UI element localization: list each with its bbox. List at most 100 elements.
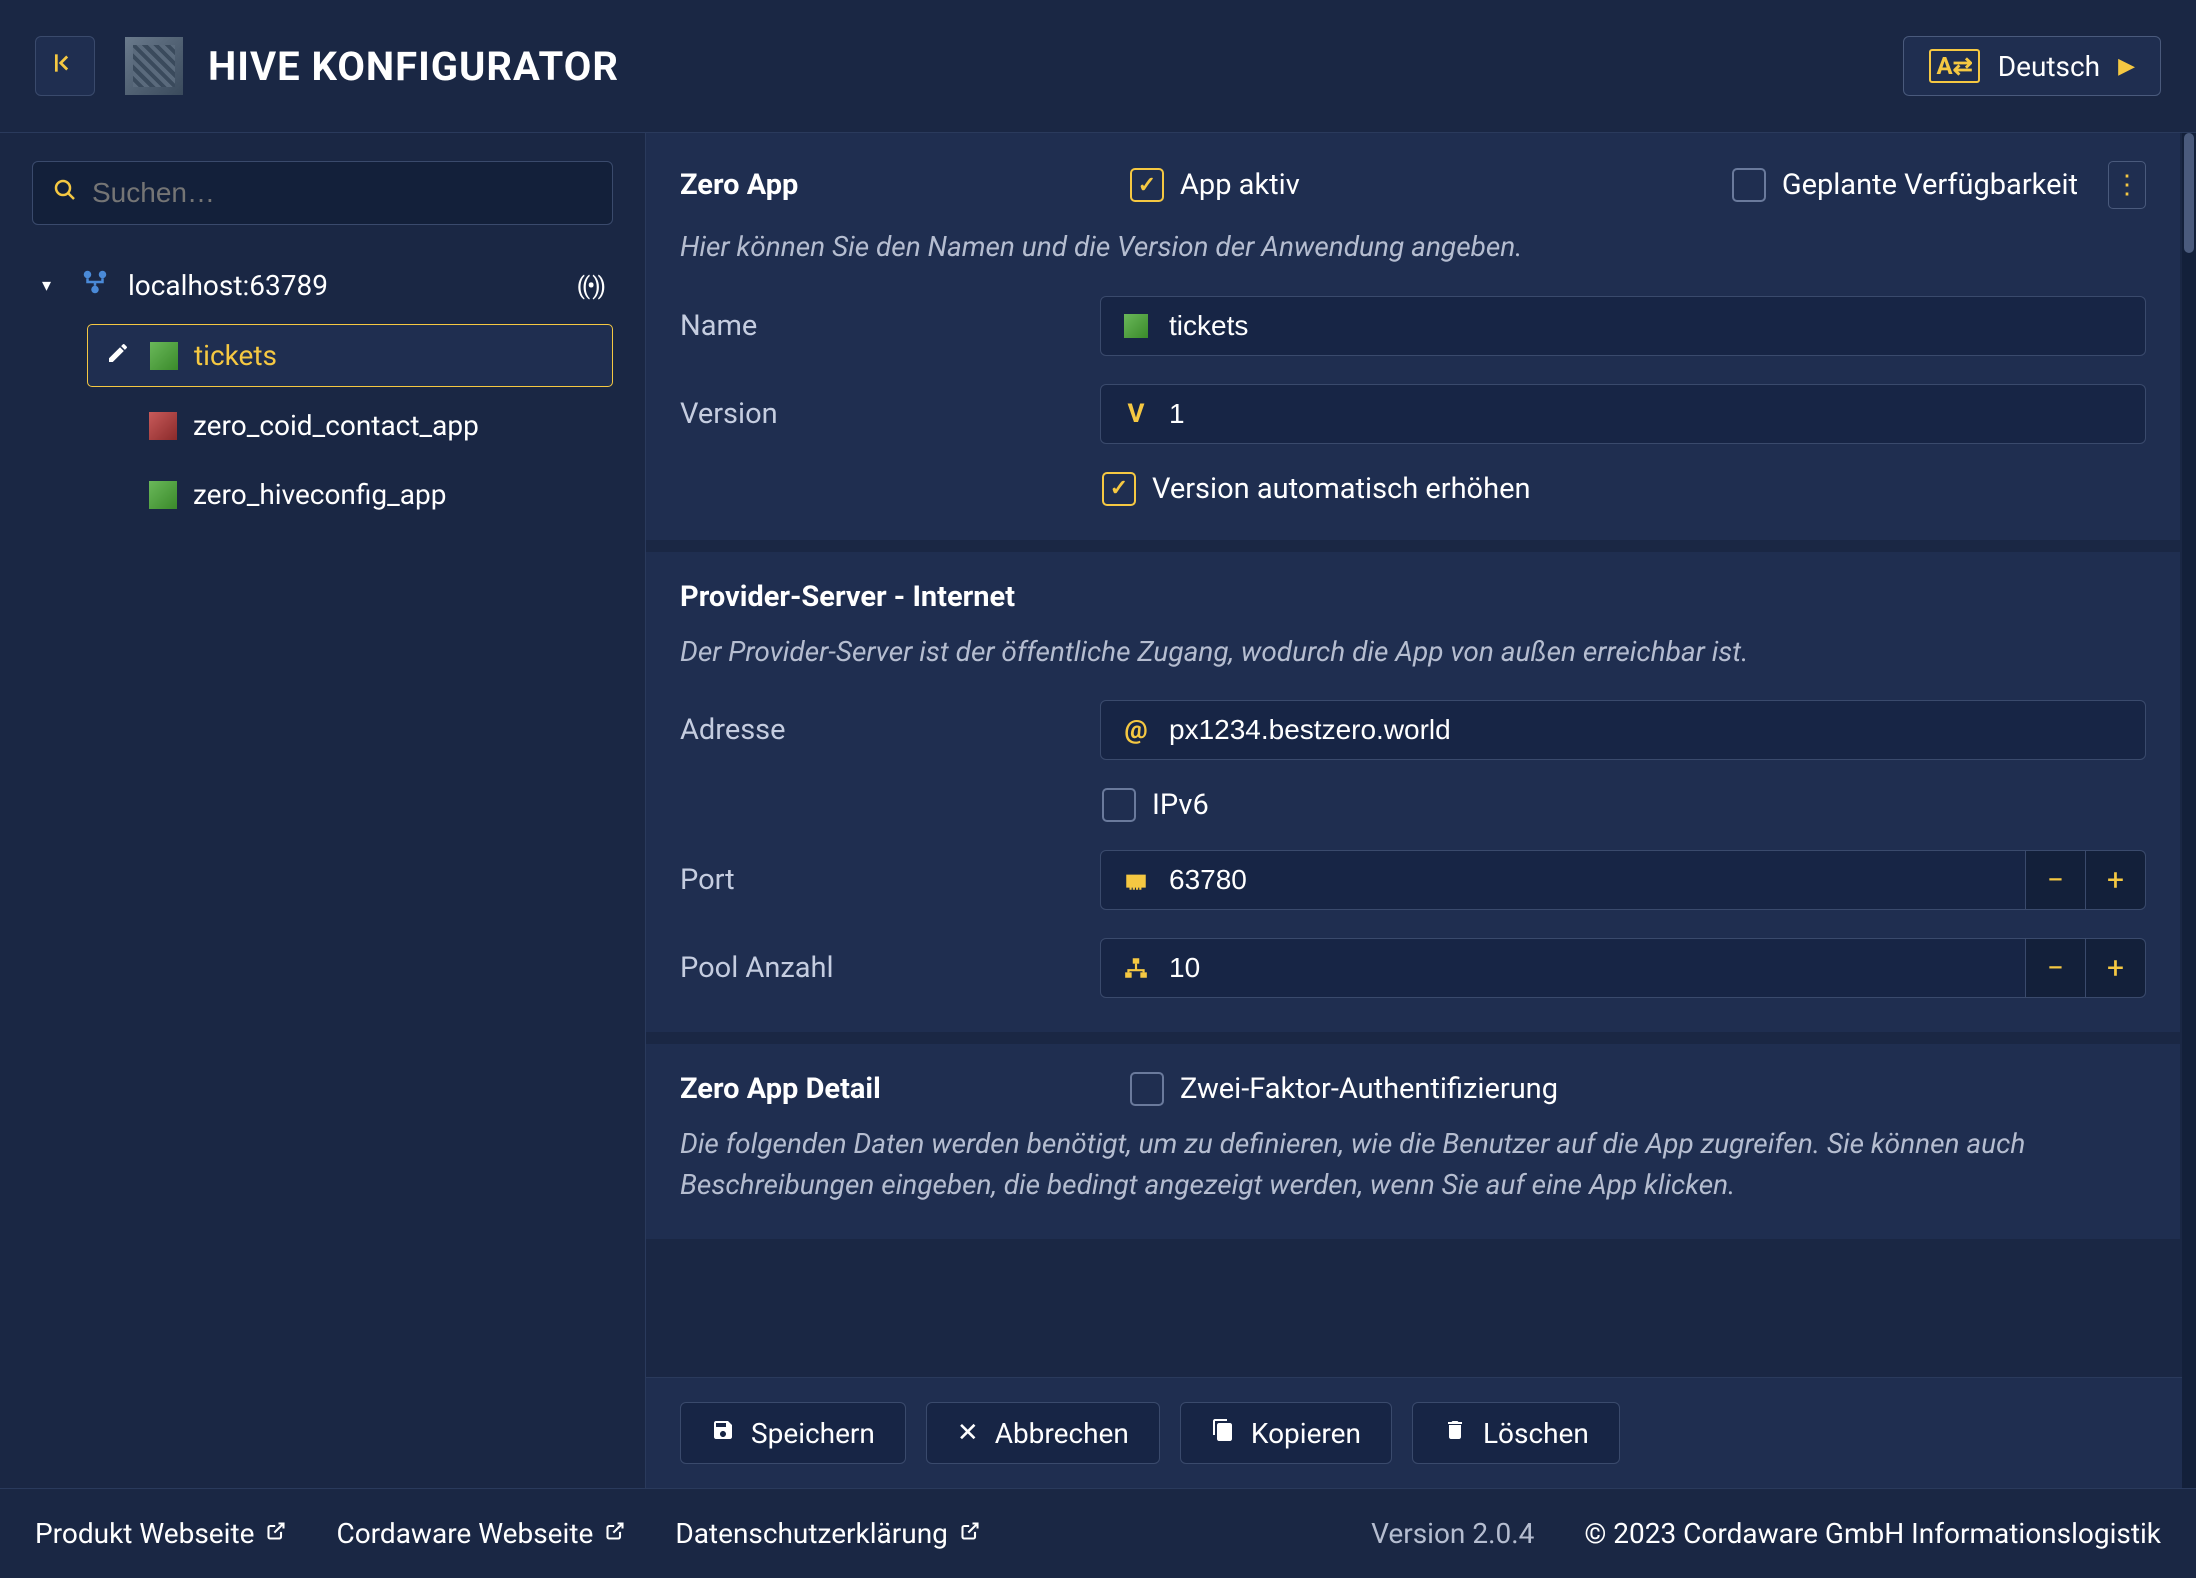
link-label: Cordaware Webseite — [336, 1517, 593, 1550]
port-label: Port — [680, 863, 1070, 897]
address-input-wrap[interactable]: @ — [1100, 700, 2146, 760]
section-provider: Provider-Server - Internet Der Provider-… — [646, 552, 2180, 1033]
sidebar-item-zero-hiveconfig[interactable]: zero_hiveconfig_app — [87, 464, 613, 525]
sidebar: ▾ localhost:63789 ((•)) tickets zero_coi… — [0, 133, 645, 1488]
pool-input-wrap[interactable] — [1100, 938, 2026, 998]
version-text: Version 2.0.4 — [1371, 1517, 1534, 1550]
sidebar-item-zero-coid[interactable]: zero_coid_contact_app — [87, 395, 613, 456]
collapse-icon — [52, 50, 78, 83]
tree: ▾ localhost:63789 ((•)) tickets zero_coi… — [32, 255, 613, 525]
save-button[interactable]: Speichern — [680, 1402, 906, 1464]
checkbox-icon[interactable] — [1102, 788, 1136, 822]
checkbox-label: Geplante Verfügbarkeit — [1782, 168, 2078, 202]
package-icon — [149, 412, 177, 440]
port-input-wrap[interactable] — [1100, 850, 2026, 910]
increment-button[interactable]: + — [2086, 850, 2146, 910]
ipv6-checkbox-wrap[interactable]: IPv6 — [1102, 788, 1209, 822]
section-description: Die folgenden Daten werden benötigt, um … — [680, 1124, 2146, 1205]
server-icon — [80, 267, 110, 304]
section-zero-app: Zero App ✓ App aktiv Geplante Verfügbark… — [646, 133, 2180, 540]
sidebar-item-label: zero_coid_contact_app — [193, 409, 479, 442]
tree-root[interactable]: ▾ localhost:63789 ((•)) — [32, 255, 613, 316]
version-input[interactable] — [1169, 398, 2125, 430]
pool-label: Pool Anzahl — [680, 951, 1070, 985]
product-website-link[interactable]: Produkt Webseite — [35, 1517, 286, 1550]
scrollbar-thumb[interactable] — [2184, 133, 2194, 253]
checkbox-checked-icon[interactable]: ✓ — [1102, 472, 1136, 506]
auto-version-checkbox-wrap[interactable]: ✓ Version automatisch erhöhen — [1102, 472, 1530, 506]
more-options-button[interactable]: ⋮ — [2108, 161, 2146, 209]
section-description: Der Provider-Server ist der öffentliche … — [680, 632, 2146, 673]
package-icon — [149, 481, 177, 509]
at-icon: @ — [1121, 715, 1151, 745]
checkbox-label: IPv6 — [1152, 788, 1209, 822]
checkbox-label: Version automatisch erhöhen — [1152, 472, 1530, 506]
copyright-text: © 2023 Cordaware GmbH Informationslogist… — [1584, 1517, 2161, 1550]
logo-block: HIVE KONFIGURATOR — [125, 37, 619, 95]
search-input[interactable] — [92, 177, 592, 209]
minus-icon: − — [2047, 863, 2064, 898]
twofa-checkbox-wrap[interactable]: Zwei-Faktor-Authentifizierung — [1130, 1072, 1558, 1106]
delete-button[interactable]: Löschen — [1412, 1402, 1620, 1464]
ethernet-icon — [1121, 867, 1151, 893]
edit-icon — [106, 341, 134, 371]
pool-input[interactable] — [1169, 952, 2005, 984]
chevron-down-icon: ▾ — [42, 275, 62, 296]
plus-icon: + — [2107, 863, 2124, 898]
translate-icon: A⇄ — [1929, 49, 1979, 83]
section-title: Zero App Detail — [680, 1072, 1100, 1106]
external-link-icon — [605, 1521, 625, 1547]
version-icon: V — [1121, 399, 1151, 429]
sidebar-collapse-button[interactable] — [35, 36, 95, 96]
save-icon — [711, 1418, 735, 1449]
name-input[interactable] — [1169, 310, 2125, 342]
sidebar-item-label: tickets — [194, 339, 277, 372]
checkbox-icon[interactable] — [1130, 1072, 1164, 1106]
cordaware-website-link[interactable]: Cordaware Webseite — [336, 1517, 625, 1550]
scroll-area[interactable]: Zero App ✓ App aktiv Geplante Verfügbark… — [646, 133, 2196, 1377]
cancel-button[interactable]: ✕ Abbrechen — [926, 1402, 1160, 1464]
decrement-button[interactable]: − — [2026, 938, 2086, 998]
main-panel: Zero App ✓ App aktiv Geplante Verfügbark… — [645, 133, 2196, 1488]
address-input[interactable] — [1169, 714, 2125, 746]
section-description: Hier können Sie den Namen und die Versio… — [680, 227, 2146, 268]
package-icon — [150, 342, 178, 370]
action-bar: Speichern ✕ Abbrechen Kopieren Löschen — [646, 1377, 2196, 1488]
broadcast-icon: ((•)) — [577, 272, 603, 300]
sidebar-item-label: zero_hiveconfig_app — [193, 478, 446, 511]
copy-icon — [1211, 1418, 1235, 1449]
increment-button[interactable]: + — [2086, 938, 2146, 998]
trash-icon — [1443, 1418, 1467, 1449]
sidebar-item-tickets[interactable]: tickets — [87, 324, 613, 387]
section-zero-app-detail: Zero App Detail Zwei-Faktor-Authentifizi… — [646, 1044, 2180, 1239]
network-icon — [1121, 955, 1151, 981]
plus-icon: + — [2107, 951, 2124, 986]
section-title: Zero App — [680, 168, 1100, 202]
copy-button[interactable]: Kopieren — [1180, 1402, 1392, 1464]
scheduled-checkbox-wrap[interactable]: Geplante Verfügbarkeit — [1732, 168, 2078, 202]
language-label: Deutsch — [1998, 50, 2100, 83]
search-field[interactable] — [32, 161, 613, 225]
tree-root-label: localhost:63789 — [128, 269, 328, 302]
link-label: Produkt Webseite — [35, 1517, 254, 1550]
close-icon: ✕ — [957, 1418, 979, 1448]
button-label: Kopieren — [1251, 1417, 1361, 1450]
version-label: Version — [680, 397, 1070, 431]
app-title: HIVE KONFIGURATOR — [208, 43, 619, 90]
checkbox-icon[interactable] — [1732, 168, 1766, 202]
app-active-checkbox-wrap[interactable]: ✓ App aktiv — [1130, 168, 1300, 202]
logo-icon — [125, 37, 183, 95]
port-input[interactable] — [1169, 864, 2005, 896]
name-label: Name — [680, 309, 1070, 343]
search-icon — [53, 178, 77, 209]
privacy-link[interactable]: Datenschutzerklärung — [675, 1517, 980, 1550]
external-link-icon — [960, 1521, 980, 1547]
button-label: Abbrechen — [995, 1417, 1129, 1450]
address-label: Adresse — [680, 713, 1070, 747]
version-input-wrap[interactable]: V — [1100, 384, 2146, 444]
footer: Produkt Webseite Cordaware Webseite Date… — [0, 1488, 2196, 1578]
name-input-wrap[interactable] — [1100, 296, 2146, 356]
checkbox-checked-icon[interactable]: ✓ — [1130, 168, 1164, 202]
decrement-button[interactable]: − — [2026, 850, 2086, 910]
language-selector[interactable]: A⇄ Deutsch ▶ — [1903, 36, 2161, 96]
